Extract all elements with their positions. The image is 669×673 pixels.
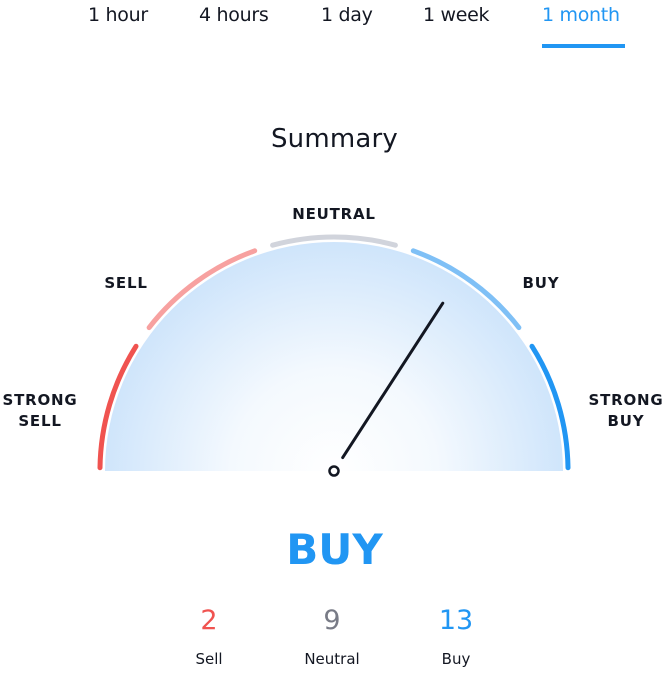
sentiment-gauge: [97, 234, 571, 477]
tab-1-week[interactable]: 1 week: [423, 4, 490, 26]
timeframe-tabs: 1 hour 4 hours 1 day 1 week 1 month: [0, 0, 669, 50]
label-strong-buy: STRONG BUY: [586, 390, 666, 432]
sell-count-label: Sell: [195, 650, 223, 668]
tab-1-month[interactable]: 1 month: [542, 4, 620, 26]
gauge-pivot: [328, 465, 340, 477]
buy-count: 13: [438, 605, 474, 636]
buy-count-label: Buy: [441, 650, 471, 668]
neutral-count-label: Neutral: [304, 650, 360, 668]
label-sell: SELL: [104, 274, 148, 292]
gauge-fill: [105, 242, 563, 471]
tab-4-hours[interactable]: 4 hours: [199, 4, 269, 26]
label-strong-sell: STRONG SELL: [2, 390, 78, 432]
label-strong-buy-line2: BUY: [607, 412, 645, 430]
label-strong-buy-line1: STRONG: [588, 391, 664, 409]
label-buy: BUY: [522, 274, 560, 292]
label-strong-sell-line2: SELL: [18, 412, 62, 430]
label-strong-sell-line1: STRONG: [2, 391, 78, 409]
neutral-count: 9: [323, 605, 341, 636]
active-tab-indicator: [542, 44, 625, 48]
summary-title: Summary: [270, 124, 399, 154]
tab-1-hour[interactable]: 1 hour: [88, 4, 148, 26]
tab-1-day[interactable]: 1 day: [321, 4, 373, 26]
sell-count: 2: [200, 605, 218, 636]
label-neutral: NEUTRAL: [292, 205, 376, 223]
summary-verdict: BUY: [286, 525, 383, 574]
